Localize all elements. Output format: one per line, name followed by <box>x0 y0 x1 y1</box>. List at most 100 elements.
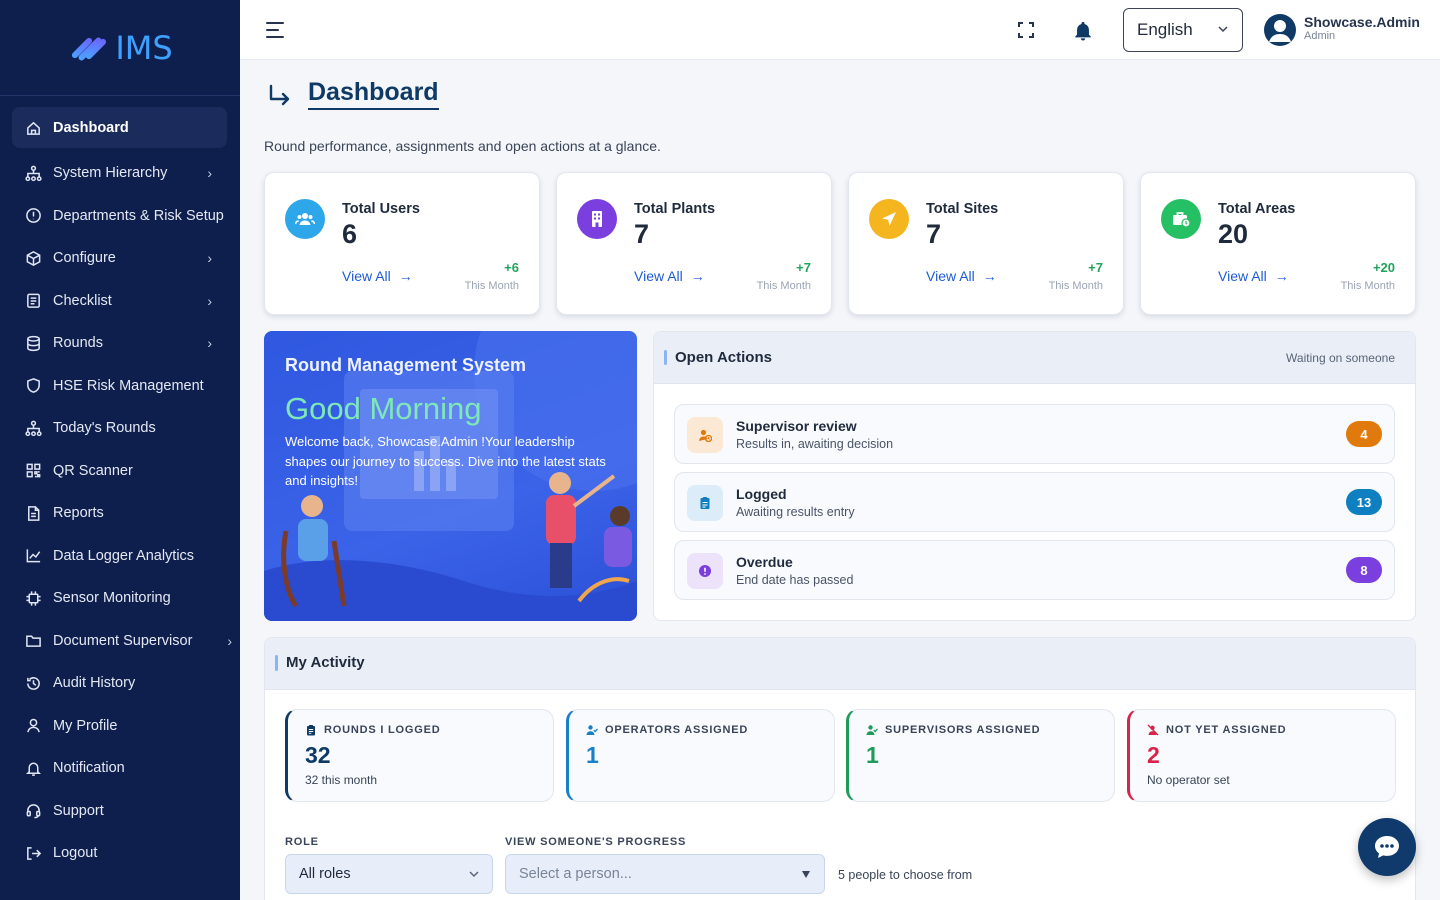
activity-card-value: 2 <box>1147 742 1160 768</box>
chat-bubble-icon <box>1375 836 1399 858</box>
open-actions-panel: Open Actions Waiting on someone Supervis… <box>653 331 1416 621</box>
person-select-placeholder: Select a person... <box>519 866 632 882</box>
open-action-supervisor-review[interactable]: Supervisor review Results in, awaiting de… <box>674 404 1395 464</box>
role-select[interactable]: All roles <box>285 854 493 894</box>
building-icon <box>577 199 617 239</box>
sidebar-item-notification[interactable]: Notification <box>0 747 228 790</box>
stat-label: Total Areas <box>1218 201 1296 217</box>
sidebar-item-audit-history[interactable]: Audit History <box>0 662 228 705</box>
menu-toggle-icon[interactable] <box>266 22 284 43</box>
sidebar: IMS Dashboard System Hierarchy › Department… <box>0 0 240 900</box>
sidebar-item-data-logger-analytics[interactable]: Data Logger Analytics <box>0 535 228 578</box>
chevron-down-icon <box>469 871 479 878</box>
person-select[interactable]: Select a person... <box>505 854 825 894</box>
stat-delta: +7 <box>1088 260 1103 275</box>
activity-card-sub: No operator set <box>1147 773 1230 787</box>
logout-icon <box>24 844 42 862</box>
role-label: ROLE <box>285 836 319 848</box>
language-value: English <box>1137 20 1193 39</box>
view-all-link[interactable]: View All → <box>1218 268 1289 284</box>
sidebar-item-label: My Profile <box>53 717 118 734</box>
sidebar-item-label: Data Logger Analytics <box>53 547 195 564</box>
sidebar-item-reports[interactable]: Reports <box>0 492 228 535</box>
hierarchy-icon <box>24 164 42 182</box>
notification-bell-icon[interactable] <box>1072 19 1094 43</box>
view-all-link[interactable]: View All → <box>342 268 413 284</box>
logo-text: IMS <box>115 28 173 67</box>
clipboard-icon <box>687 485 723 521</box>
open-action-subtitle: Results in, awaiting decision <box>736 437 894 451</box>
sidebar-item-label: Configure <box>53 250 116 267</box>
stat-card-total-users: Total Users 6 View All → +6 This Month <box>264 172 540 315</box>
stat-value: 7 <box>634 219 650 249</box>
stat-value: 6 <box>342 219 358 249</box>
open-action-logged[interactable]: Logged Awaiting results entry 13 <box>674 472 1395 532</box>
activity-card-rounds-i-logged: ROUNDS I LOGGED 32 32 this month <box>285 709 554 802</box>
sidebar-item-departments-risk-setup[interactable]: Departments & Risk Setup <box>0 195 228 238</box>
sidebar-item-my-profile[interactable]: My Profile <box>0 705 228 748</box>
open-action-title: Supervisor review <box>736 418 857 434</box>
stat-period: This Month <box>464 280 519 292</box>
sidebar-item-label: Sensor Monitoring <box>53 590 171 607</box>
chevron-right-icon: › <box>207 250 212 267</box>
sidebar-item-logout[interactable]: Logout <box>0 832 228 875</box>
sidebar-item-checklist[interactable]: Checklist › <box>0 280 228 323</box>
document-icon <box>24 504 42 522</box>
home-icon <box>24 119 42 137</box>
line-chart-icon <box>24 547 42 565</box>
user-check-icon <box>866 725 878 735</box>
sidebar-item-label: Notification <box>53 760 125 777</box>
stat-value: 20 <box>1218 219 1249 249</box>
checklist-icon <box>24 292 42 310</box>
fullscreen-icon[interactable] <box>1018 22 1034 38</box>
view-all-label: View All <box>926 268 975 284</box>
view-all-label: View All <box>634 268 683 284</box>
sidebar-item-sensor-monitoring[interactable]: Sensor Monitoring <box>0 577 228 620</box>
toolbox-icon <box>1161 199 1201 239</box>
sidebar-item-hse-risk-management[interactable]: HSE Risk Management <box>0 365 228 408</box>
arrow-right-icon: → <box>690 268 705 284</box>
sidebar-item-label: Document Supervisor <box>53 632 193 649</box>
people-count-note: 5 people to choose from <box>838 868 973 882</box>
sidebar-item-configure[interactable]: Configure › <box>0 237 228 280</box>
sidebar-item-rounds[interactable]: Rounds › <box>0 322 228 365</box>
view-all-link[interactable]: View All → <box>634 268 705 284</box>
open-action-overdue[interactable]: Overdue End date has passed 8 <box>674 540 1395 600</box>
cube-icon <box>24 249 42 267</box>
view-all-link[interactable]: View All → <box>926 268 997 284</box>
user-name[interactable]: Showcase.Admin <box>1304 14 1420 30</box>
stat-label: Total Sites <box>926 201 999 217</box>
open-action-title: Logged <box>736 486 787 502</box>
view-all-label: View All <box>342 268 391 284</box>
chevron-right-icon: › <box>207 165 212 182</box>
sidebar-item-system-hierarchy[interactable]: System Hierarchy › <box>0 152 228 195</box>
chevron-down-icon <box>1218 26 1228 33</box>
activity-card-not-yet-assigned: NOT YET ASSIGNED 2 No operator set <box>1127 709 1396 802</box>
app-logo[interactable]: IMS <box>0 0 240 96</box>
sidebar-item-support[interactable]: Support <box>0 790 228 833</box>
user-avatar[interactable] <box>1264 14 1296 46</box>
sidebar-item-label: Today's Rounds <box>53 420 156 437</box>
count-badge: 8 <box>1346 557 1382 583</box>
clipboard-icon <box>307 725 315 736</box>
sidebar-item-qr-scanner[interactable]: QR Scanner <box>0 450 228 493</box>
logo-mark-icon <box>67 28 111 68</box>
sidebar-nav: Dashboard System Hierarchy › Departments & … <box>0 96 240 875</box>
stat-period: This Month <box>1340 280 1395 292</box>
activity-card-label: OPERATORS ASSIGNED <box>586 724 748 736</box>
user-icon <box>24 717 42 735</box>
arrow-right-icon: → <box>982 268 997 284</box>
sidebar-item-today-s-rounds[interactable]: Today's Rounds <box>0 407 228 450</box>
language-select[interactable]: English <box>1123 8 1243 52</box>
hierarchy-icon <box>24 419 42 437</box>
sidebar-item-label: Checklist <box>53 292 112 309</box>
sidebar-item-label: Audit History <box>53 675 136 692</box>
sidebar-item-document-supervisor[interactable]: Document Supervisor › <box>0 620 232 663</box>
location-arrow-icon <box>869 199 909 239</box>
shield-icon <box>24 377 42 395</box>
chat-button[interactable] <box>1358 818 1416 876</box>
bell-icon <box>24 759 42 777</box>
page-subtitle: Round performance, assignments and open … <box>264 138 661 154</box>
sidebar-item-dashboard[interactable]: Dashboard <box>12 107 227 148</box>
open-actions-title: Open Actions <box>675 349 772 366</box>
